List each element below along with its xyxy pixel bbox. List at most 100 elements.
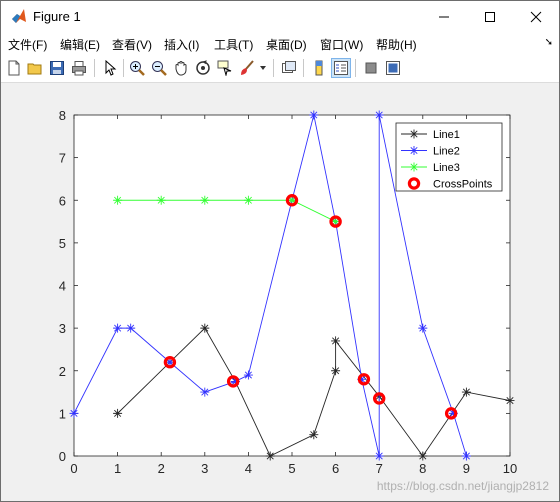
zoom-out-icon xyxy=(152,61,167,76)
data-point-marker xyxy=(418,451,428,461)
minimize-icon xyxy=(439,16,449,17)
show-plot-tools-button[interactable] xyxy=(383,58,403,78)
data-point-marker xyxy=(331,336,341,346)
pan-button[interactable] xyxy=(171,58,191,78)
data-point-marker xyxy=(113,323,123,333)
legend-marker xyxy=(409,129,419,139)
close-button[interactable] xyxy=(513,1,559,32)
y-tick-label: 8 xyxy=(59,108,66,123)
y-tick-label: 3 xyxy=(59,321,66,336)
toolbar-separator xyxy=(123,59,124,77)
save-icon xyxy=(50,61,64,75)
legend-marker xyxy=(409,162,419,172)
x-tick-label: 1 xyxy=(114,461,121,476)
data-cursor-button[interactable] xyxy=(215,58,235,78)
hide-plot-tools-icon xyxy=(365,62,377,74)
menu-view[interactable]: 查看(V) xyxy=(112,36,152,53)
figure-window: Figure 1 文件(F) 编辑(E) 查看(V) 插入(I) 工具(T) 桌… xyxy=(0,0,560,502)
data-point-marker xyxy=(505,396,515,406)
x-tick-label: 4 xyxy=(245,461,252,476)
link-plot-button[interactable] xyxy=(279,58,299,78)
data-cursor-icon xyxy=(217,60,232,76)
x-tick-label: 9 xyxy=(463,461,470,476)
toolbar-separator xyxy=(273,59,274,77)
data-point-marker xyxy=(243,195,253,205)
pan-icon xyxy=(175,61,187,76)
data-point-marker xyxy=(243,370,253,380)
data-point-marker xyxy=(126,323,136,333)
menu-tools[interactable]: 工具(T) xyxy=(214,36,253,53)
save-button[interactable] xyxy=(47,58,67,78)
menu-file[interactable]: 文件(F) xyxy=(8,36,47,53)
data-point-marker xyxy=(331,366,341,376)
window-title: Figure 1 xyxy=(33,9,81,24)
new-figure-icon xyxy=(8,60,20,76)
open-file-button[interactable] xyxy=(25,58,45,78)
y-tick-label: 6 xyxy=(59,193,66,208)
link-plot-icon xyxy=(282,61,296,73)
data-point-marker xyxy=(113,408,123,418)
plot-svg: 0 1 2 3 4 5 6 7 8 9 10 0 1 2 3 4 5 6 7 8 Line1 Line2 Line3 Cro… xyxy=(59,108,517,476)
data-point-marker xyxy=(309,430,319,440)
menu-bar: 文件(F) 编辑(E) 查看(V) 插入(I) 工具(T) 桌面(D) 窗口(W… xyxy=(1,32,559,54)
data-point-marker xyxy=(461,451,471,461)
show-plot-tools-icon xyxy=(386,61,400,75)
data-point-marker xyxy=(309,110,319,120)
close-icon xyxy=(530,11,542,22)
menu-dock-arrow-icon[interactable]: ➘ xyxy=(545,37,553,48)
rotate-3d-icon xyxy=(196,60,210,75)
menu-window[interactable]: 窗口(W) xyxy=(320,36,363,53)
x-tick-label: 2 xyxy=(158,461,165,476)
matlab-icon xyxy=(12,9,26,23)
menu-insert[interactable]: 插入(I) xyxy=(164,36,199,53)
insert-legend-button[interactable] xyxy=(331,58,351,78)
y-tick-label: 2 xyxy=(59,364,66,379)
title-bar[interactable]: Figure 1 xyxy=(1,1,559,32)
insert-colorbar-button[interactable] xyxy=(309,58,329,78)
zoom-out-button[interactable] xyxy=(149,58,169,78)
data-point-marker xyxy=(374,451,384,461)
new-figure-button[interactable] xyxy=(4,58,24,78)
zoom-in-button[interactable] xyxy=(127,58,147,78)
y-tick-label: 5 xyxy=(59,236,66,251)
x-tick-label: 6 xyxy=(332,461,339,476)
open-file-icon xyxy=(27,63,42,75)
brush-dropdown[interactable] xyxy=(258,58,268,78)
legend-label: Line3 xyxy=(433,162,460,174)
data-point-marker xyxy=(265,451,275,461)
data-point-marker xyxy=(200,323,210,333)
y-tick-label: 4 xyxy=(59,279,66,294)
data-point-marker xyxy=(418,323,428,333)
toolbar-separator xyxy=(94,59,95,77)
edit-plot-button[interactable] xyxy=(100,58,120,78)
minimize-button[interactable] xyxy=(421,1,467,32)
print-button[interactable] xyxy=(69,58,89,78)
menu-edit[interactable]: 编辑(E) xyxy=(60,36,100,53)
legend-marker xyxy=(409,146,419,155)
zoom-in-icon xyxy=(130,61,145,76)
menu-desktop[interactable]: 桌面(D) xyxy=(266,36,307,53)
x-tick-label: 7 xyxy=(376,461,383,476)
legend[interactable]: Line1 Line2 Line3 CrossPoints xyxy=(395,122,503,192)
toolbar-separator xyxy=(355,59,356,77)
y-tick-label: 1 xyxy=(59,406,66,421)
toolbar-separator xyxy=(303,59,304,77)
legend-label: Line2 xyxy=(433,146,460,158)
x-tick-label: 5 xyxy=(288,461,295,476)
figure-toolbar xyxy=(1,54,559,83)
legend-label: Line1 xyxy=(433,129,460,141)
x-tick-label: 8 xyxy=(419,461,426,476)
hide-plot-tools-button[interactable] xyxy=(361,58,381,78)
brush-button[interactable] xyxy=(237,58,257,78)
data-point-marker xyxy=(156,195,166,205)
data-point-marker xyxy=(200,387,210,397)
maximize-button[interactable] xyxy=(467,1,513,32)
x-tick-label: 3 xyxy=(201,461,208,476)
watermark: https://blog.csdn.net/jiangjp2812 xyxy=(376,479,549,493)
legend-icon xyxy=(334,61,348,75)
figure-canvas[interactable]: 0 1 2 3 4 5 6 7 8 9 10 0 1 2 3 4 5 6 7 8 Line1 Line2 Line3 Cro… xyxy=(1,83,559,501)
y-tick-label: 7 xyxy=(59,151,66,166)
menu-help[interactable]: 帮助(H) xyxy=(376,36,417,53)
x-tick-label: 10 xyxy=(503,461,517,476)
rotate-3d-button[interactable] xyxy=(193,58,213,78)
